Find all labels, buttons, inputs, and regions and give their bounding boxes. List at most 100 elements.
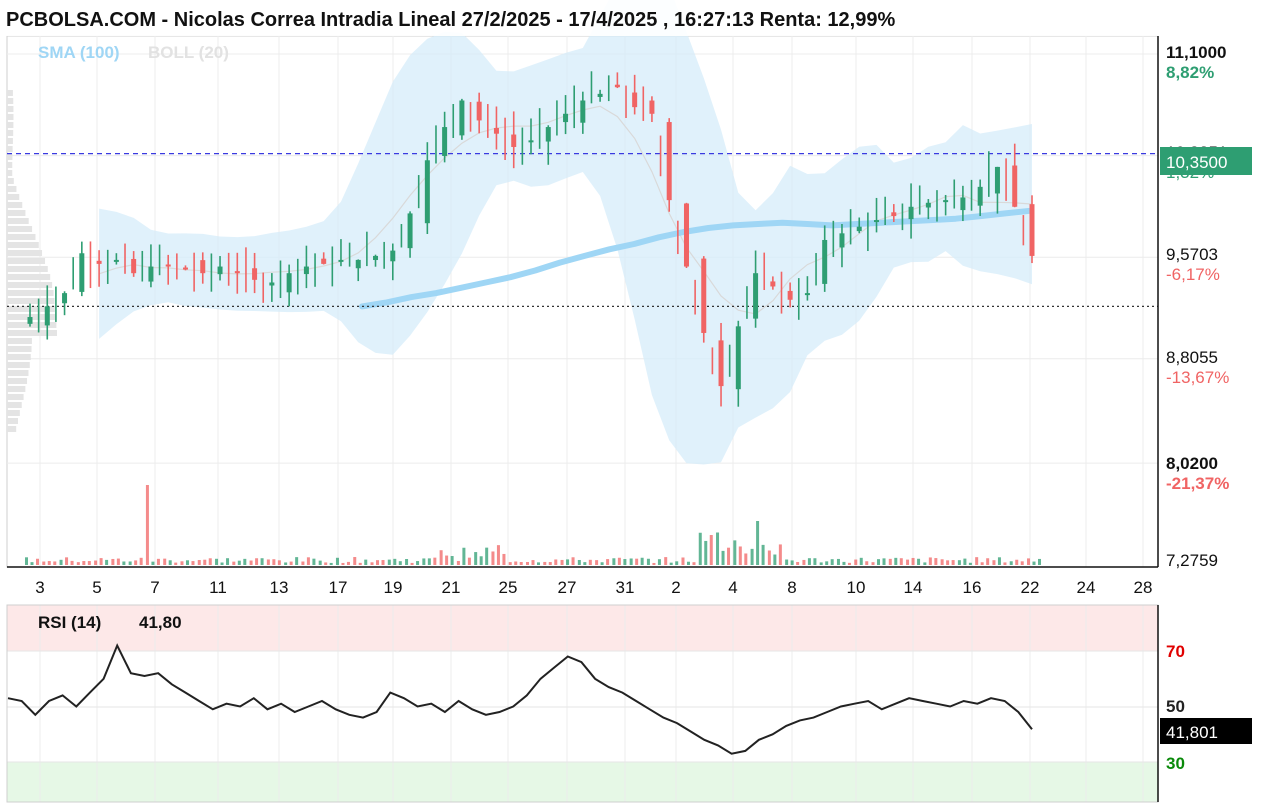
volume-profile-bar	[7, 218, 29, 224]
candle-body	[943, 200, 949, 203]
volume-profile-bar	[7, 346, 32, 352]
volume-bar	[156, 558, 160, 565]
volume-bar	[467, 557, 471, 565]
chart-title: PCBOLSA.COM - Nicolas Correa Intradia Li…	[6, 9, 895, 31]
volume-bar	[865, 561, 869, 565]
volume-bar	[733, 540, 737, 565]
volume-bar	[260, 558, 264, 565]
candle-body	[891, 212, 897, 217]
volume-profile-bar	[7, 402, 22, 408]
volume-bar	[99, 558, 103, 565]
volume-profile-bar	[7, 202, 23, 208]
volume-bar	[657, 559, 661, 565]
volume-bar	[773, 554, 777, 565]
x-tick-label: 2	[671, 578, 680, 597]
price-label: 8,8055	[1166, 348, 1218, 367]
candle-body	[770, 281, 776, 287]
price-label: 9,5703	[1166, 245, 1218, 264]
volume-bar	[669, 562, 673, 565]
volume-bar	[111, 558, 115, 565]
candle-body	[597, 93, 603, 97]
x-tick-label: 3	[35, 578, 44, 597]
candle-body	[1029, 204, 1035, 256]
candle-body	[649, 100, 655, 114]
volume-profile-bar	[7, 386, 26, 392]
volume-bar	[606, 559, 610, 565]
volume-bar	[899, 558, 903, 565]
volume-bar	[456, 560, 460, 565]
volume-bar	[370, 562, 374, 565]
volume-bar	[986, 558, 990, 565]
last-price-tag: 10,3500	[1160, 147, 1252, 175]
volume-bar	[750, 548, 754, 565]
candle-body	[994, 166, 1000, 194]
volume-bar	[595, 560, 599, 565]
candle-body	[269, 282, 275, 286]
volume-bar	[306, 557, 310, 565]
candle-body	[632, 92, 638, 108]
volume-bar	[767, 550, 771, 565]
volume-bar	[871, 562, 875, 565]
volume-bar	[59, 559, 63, 565]
volume-bar	[928, 557, 932, 565]
volume-bar	[612, 558, 616, 565]
volume-profile-bar	[7, 354, 31, 360]
candle-body	[113, 259, 119, 262]
volume-bar	[813, 558, 817, 565]
volume-bar	[479, 556, 483, 565]
volume-bar	[284, 562, 288, 565]
volume-bar	[42, 561, 46, 565]
candle-body	[44, 306, 50, 326]
x-tick-label: 4	[728, 578, 737, 597]
volume-bar	[427, 558, 431, 565]
volume-profile-bar	[7, 250, 43, 256]
volume-bar	[445, 555, 449, 565]
volume-bar	[226, 558, 230, 565]
volume-bar	[894, 557, 898, 565]
volume-bar	[819, 562, 823, 565]
candle-body	[839, 233, 845, 248]
volume-bar	[807, 558, 811, 565]
volume-bar	[76, 562, 80, 565]
volume-bar	[410, 562, 414, 565]
volume-bar	[600, 562, 604, 565]
x-tick-label: 25	[499, 578, 518, 597]
volume-bar	[623, 559, 627, 565]
x-tick-label: 21	[442, 578, 461, 597]
volume-bar	[738, 546, 742, 565]
candle-body	[321, 258, 327, 264]
volume-bar	[646, 558, 650, 565]
x-tick-label: 28	[1134, 578, 1153, 597]
candle-body	[373, 255, 379, 261]
volume-bar	[416, 561, 420, 565]
volume-bar	[709, 535, 713, 565]
price-label: 7,2759	[1166, 551, 1218, 570]
candle-body	[476, 101, 482, 121]
volume-bar	[474, 552, 478, 565]
rsi-level-label: 50	[1166, 697, 1185, 716]
x-tick-label: 22	[1021, 578, 1040, 597]
volume-bar	[577, 559, 581, 565]
volume-bar	[508, 562, 512, 565]
volume-bar	[588, 559, 592, 565]
volume-bar	[134, 560, 138, 565]
volume-profile-bar	[7, 418, 18, 424]
volume-bar	[548, 562, 552, 565]
volume-bar	[1015, 559, 1019, 565]
rsi-level-label: 70	[1166, 642, 1185, 661]
volume-bar	[122, 561, 126, 565]
volume-bar	[255, 558, 259, 565]
volume-bar	[1038, 558, 1041, 565]
volume-bar	[128, 561, 132, 565]
volume-profile-bar	[7, 410, 20, 416]
candle-body	[79, 253, 85, 292]
volume-bar	[951, 560, 955, 565]
volume-bar	[906, 559, 910, 565]
candle-body	[563, 113, 569, 123]
volume-bar	[145, 485, 149, 565]
volume-bar	[485, 547, 489, 565]
x-tick-label: 24	[1077, 578, 1096, 597]
candle-body	[338, 259, 344, 262]
volume-bar	[439, 550, 443, 565]
volume-bar	[652, 562, 656, 565]
